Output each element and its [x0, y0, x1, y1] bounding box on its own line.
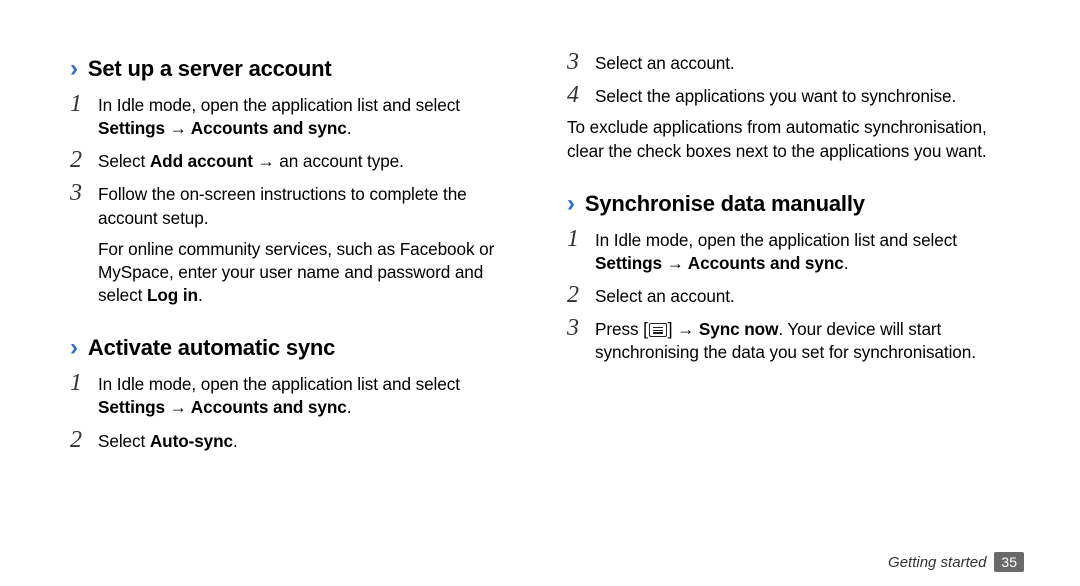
- step-text: Press [: [595, 319, 648, 339]
- step-number: 3: [567, 316, 595, 366]
- step-post: .: [233, 431, 238, 451]
- step-body: In Idle mode, open the application list …: [98, 92, 523, 142]
- step: 4 Select the applications you want to sy…: [567, 83, 1020, 110]
- step-mid: ] →: [668, 319, 699, 339]
- step: 3 Follow the on-screen instructions to c…: [70, 181, 523, 231]
- step-text: Select: [98, 151, 150, 171]
- step-body: Select an account.: [595, 283, 1020, 310]
- chevron-icon: ›: [567, 192, 575, 216]
- step-text: Select: [98, 431, 150, 451]
- step-number: 1: [567, 227, 595, 277]
- note-bold: Log in: [147, 285, 198, 305]
- step-text: Follow the on-screen instructions to com…: [98, 184, 467, 227]
- heading-setup-server: › Set up a server account: [70, 54, 523, 84]
- heading-title: Activate automatic sync: [88, 333, 335, 363]
- heading-title: Set up a server account: [88, 54, 332, 84]
- step: 2 Select Add account → an account type.: [70, 148, 523, 175]
- step-post: .: [347, 397, 352, 417]
- manual-page: › Set up a server account 1 In Idle mode…: [0, 0, 1080, 586]
- step-post: .: [347, 118, 352, 138]
- step-body: Select the applications you want to sync…: [595, 83, 1020, 110]
- step-text: Select an account.: [595, 286, 735, 306]
- heading-sync-manually: › Synchronise data manually: [567, 189, 1020, 219]
- step-post: .: [844, 253, 849, 273]
- step: 3 Select an account.: [567, 50, 1020, 77]
- chevron-icon: ›: [70, 336, 78, 360]
- step-number: 4: [567, 83, 595, 110]
- step: 2 Select Auto-sync.: [70, 428, 523, 455]
- note-post: .: [198, 285, 203, 305]
- step-body: Follow the on-screen instructions to com…: [98, 181, 523, 231]
- step-number: 2: [70, 428, 98, 455]
- step-post: → an account type.: [253, 151, 404, 171]
- step-number: 3: [70, 181, 98, 231]
- step: 2 Select an account.: [567, 283, 1020, 310]
- heading-activate-auto: › Activate automatic sync: [70, 333, 523, 363]
- note-text: For online community services, such as F…: [98, 238, 523, 308]
- step-text: In Idle mode, open the application list …: [98, 95, 460, 115]
- step-bold: Settings → Accounts and sync: [595, 253, 844, 273]
- heading-title: Synchronise data manually: [585, 189, 865, 219]
- step-text: In Idle mode, open the application list …: [595, 230, 957, 250]
- right-column: 3 Select an account. 4 Select the applic…: [567, 48, 1020, 568]
- step-bold: Sync now: [699, 319, 778, 339]
- step-bold: Auto-sync: [150, 431, 233, 451]
- step-body: Select Add account → an account type.: [98, 148, 523, 175]
- step: 1 In Idle mode, open the application lis…: [567, 227, 1020, 277]
- note-text: To exclude applications from automatic s…: [567, 116, 1020, 162]
- step-number: 1: [70, 92, 98, 142]
- step-body: Select Auto-sync.: [98, 428, 523, 455]
- step: 3 Press [] → Sync now. Your device will …: [567, 316, 1020, 366]
- step-text: In Idle mode, open the application list …: [98, 374, 460, 394]
- step-body: In Idle mode, open the application list …: [595, 227, 1020, 277]
- menu-icon: [649, 323, 667, 337]
- step-text: Select an account.: [595, 53, 735, 73]
- step-number: 1: [70, 371, 98, 421]
- step-body: In Idle mode, open the application list …: [98, 371, 523, 421]
- step-number: 2: [567, 283, 595, 310]
- step-bold: Settings → Accounts and sync: [98, 397, 347, 417]
- step-number: 2: [70, 148, 98, 175]
- chapter-name: Getting started: [888, 554, 986, 571]
- step-body: Press [] → Sync now. Your device will st…: [595, 316, 1020, 366]
- step: 1 In Idle mode, open the application lis…: [70, 92, 523, 142]
- left-column: › Set up a server account 1 In Idle mode…: [70, 48, 523, 568]
- page-footer: Getting started 35: [888, 552, 1024, 572]
- page-number: 35: [994, 552, 1024, 572]
- step-body: Select an account.: [595, 50, 1020, 77]
- step-number: 3: [567, 50, 595, 77]
- chevron-icon: ›: [70, 57, 78, 81]
- step: 1 In Idle mode, open the application lis…: [70, 371, 523, 421]
- step-text: Select the applications you want to sync…: [595, 86, 956, 106]
- step-bold: Add account: [150, 151, 253, 171]
- step-bold: Settings → Accounts and sync: [98, 118, 347, 138]
